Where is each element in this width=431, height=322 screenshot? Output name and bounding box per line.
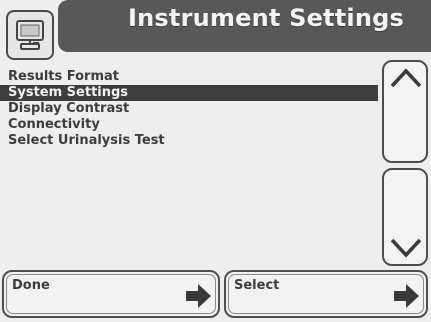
title-bar: Instrument Settings <box>58 0 431 52</box>
settings-menu: Results Format System Settings Display C… <box>0 69 378 149</box>
instrument-settings-screen: Instrument Settings Results Format Syste… <box>0 0 431 322</box>
scroll-up-button[interactable] <box>382 60 428 163</box>
arrow-right-icon <box>186 284 211 308</box>
menu-item-system-settings[interactable]: System Settings <box>0 85 378 101</box>
header: Instrument Settings <box>0 0 431 60</box>
scroll-down-button[interactable] <box>382 168 428 266</box>
select-button[interactable]: Select <box>224 270 428 318</box>
chevron-up-icon <box>390 68 422 88</box>
select-button-label: Select <box>234 278 280 293</box>
page-title: Instrument Settings <box>128 4 404 32</box>
menu-item-select-urinalysis-test[interactable]: Select Urinalysis Test <box>6 133 378 149</box>
arrow-right-icon <box>394 284 419 308</box>
chevron-down-icon <box>390 238 422 258</box>
done-button-label: Done <box>12 278 50 293</box>
done-button[interactable]: Done <box>2 270 220 318</box>
instrument-icon <box>6 10 54 60</box>
menu-item-connectivity[interactable]: Connectivity <box>6 117 378 133</box>
menu-item-display-contrast[interactable]: Display Contrast <box>6 101 378 117</box>
menu-item-results-format[interactable]: Results Format <box>6 69 378 85</box>
